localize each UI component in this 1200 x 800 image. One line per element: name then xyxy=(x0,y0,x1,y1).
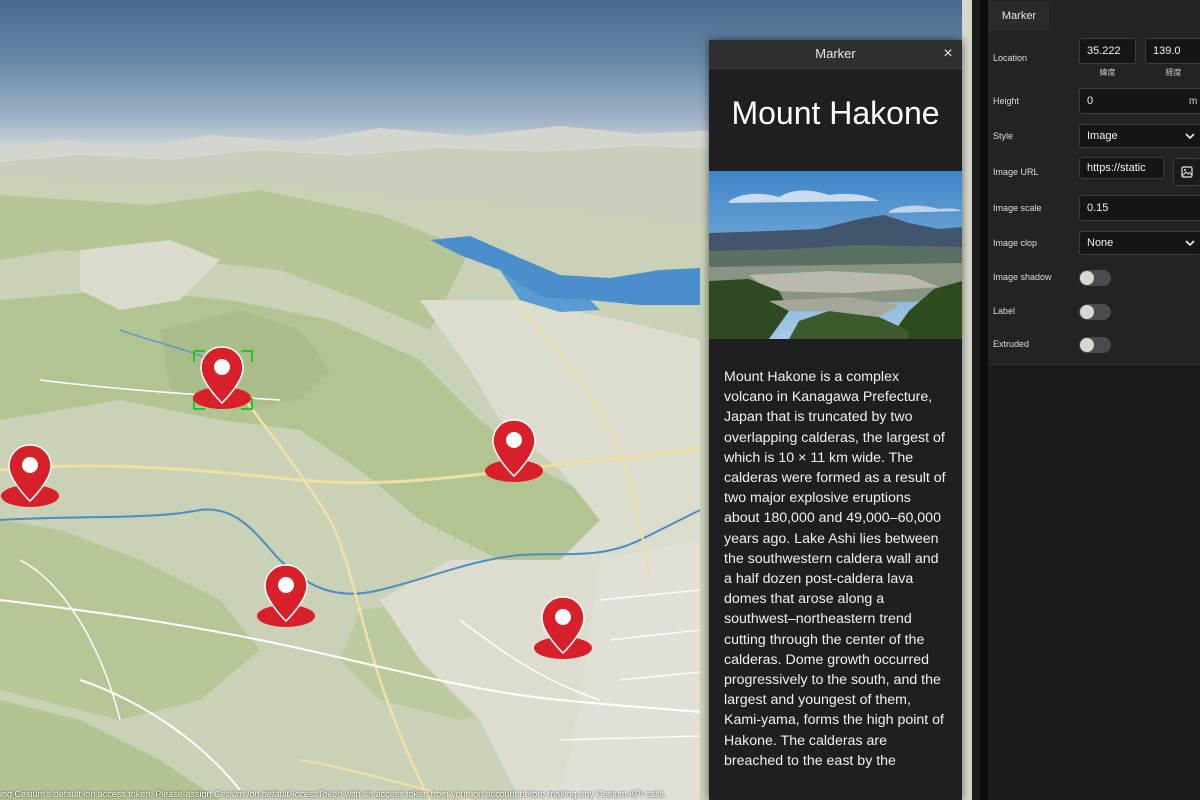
extruded-label: Extruded xyxy=(993,339,1030,349)
property-section: Marker Location 35.222 139.0 緯度 経度 Heigh… xyxy=(988,0,1200,365)
style-selected: Image xyxy=(1087,130,1118,142)
latitude-caption: 緯度 xyxy=(1099,68,1116,77)
app-root: ing Cesium's default ion access token. P… xyxy=(0,0,1200,800)
infobox-panel: Marker × Mount Hakone Mount Hakone is a xyxy=(709,40,962,800)
map-pin-icon xyxy=(485,419,543,482)
infobox-description: Mount Hakone is a complex volcano in Kan… xyxy=(724,369,946,769)
image-scale-label: Image scale xyxy=(993,203,1042,213)
label-label: Label xyxy=(993,306,1016,316)
latitude-input[interactable]: 35.222 xyxy=(1079,38,1136,64)
image-shadow-label: Image shadow xyxy=(993,272,1052,282)
extruded-toggle[interactable] xyxy=(1079,337,1111,353)
map-pin-icon xyxy=(534,596,592,659)
longitude-input[interactable]: 139.0 xyxy=(1145,38,1200,64)
toggle-knob xyxy=(1080,338,1094,352)
style-select[interactable]: Image xyxy=(1079,124,1200,148)
style-label: Style xyxy=(993,131,1014,141)
image-clip-label: Image clop xyxy=(993,238,1038,248)
image-url-input[interactable]: https://static xyxy=(1079,157,1164,179)
height-unit: m xyxy=(1189,96,1198,107)
chevron-down-icon xyxy=(1185,233,1195,254)
height-input[interactable]: 0 xyxy=(1079,88,1200,114)
image-url-label: Image URL xyxy=(993,167,1039,177)
infobox-title: Marker xyxy=(815,46,856,61)
label-toggle[interactable] xyxy=(1079,304,1111,320)
image-clip-selected: None xyxy=(1087,237,1114,249)
attribution-code: Cesium.Ion.defaultAccessToken xyxy=(213,789,343,799)
infobox-heading: Mount Hakone xyxy=(731,95,940,131)
toggle-knob xyxy=(1080,271,1094,285)
property-panel: Marker Location 35.222 139.0 緯度 経度 Heigh… xyxy=(980,0,1200,800)
map-pin-icon xyxy=(257,564,315,627)
map-marker[interactable] xyxy=(256,561,316,631)
image-icon xyxy=(1181,166,1193,178)
attribution-suffix: with an access token from your ion accou… xyxy=(342,789,667,799)
longitude-caption: 経度 xyxy=(1165,68,1182,77)
image-shadow-toggle[interactable] xyxy=(1079,270,1111,286)
image-picker-button[interactable] xyxy=(1173,158,1200,186)
tab-marker[interactable]: Marker xyxy=(989,2,1049,30)
map-marker[interactable] xyxy=(533,593,593,663)
mountain-photo xyxy=(709,171,962,339)
toggle-knob xyxy=(1080,305,1094,319)
map-marker[interactable] xyxy=(0,441,60,511)
image-scale-input[interactable]: 0.15 xyxy=(1079,195,1200,221)
map-marker[interactable] xyxy=(484,416,544,486)
location-label: Location xyxy=(993,53,1028,63)
image-clip-select[interactable]: None xyxy=(1079,231,1200,255)
height-label: Height xyxy=(993,96,1020,106)
map-pin-icon xyxy=(1,444,59,507)
close-icon[interactable]: × xyxy=(938,44,958,64)
chevron-down-icon xyxy=(1185,126,1195,147)
map-pin-icon xyxy=(193,346,251,409)
infobox-header: Marker × xyxy=(709,40,962,69)
attribution-prefix: ing Cesium's default ion access token. P… xyxy=(0,789,214,799)
map-marker[interactable] xyxy=(192,343,252,413)
